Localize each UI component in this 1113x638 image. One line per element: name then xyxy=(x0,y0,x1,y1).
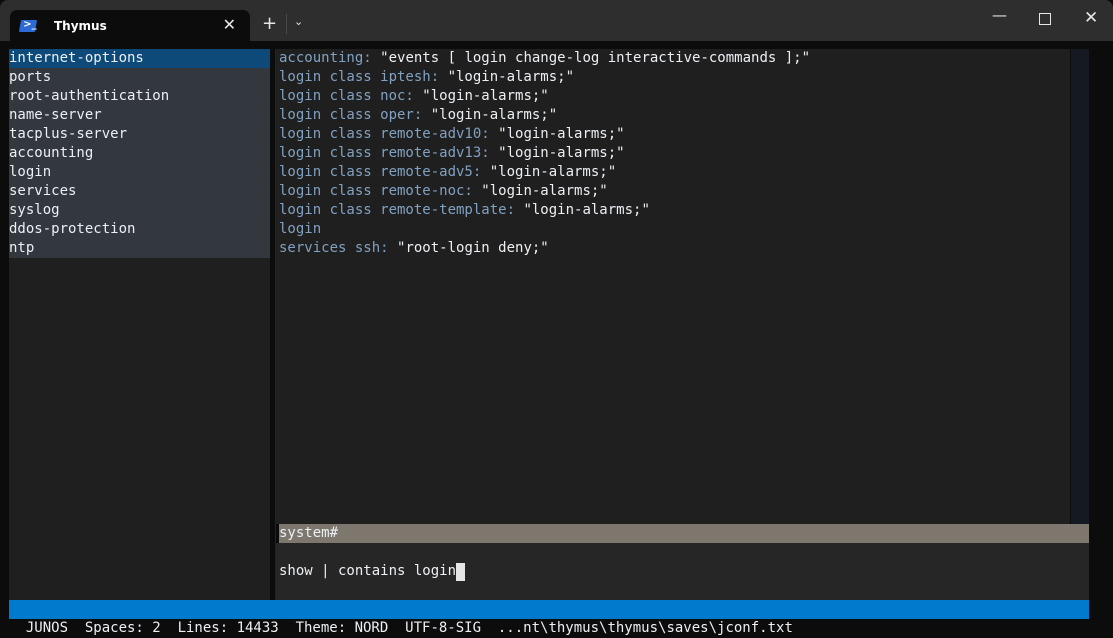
sidebar-item-services[interactable]: services xyxy=(9,182,270,201)
output-value: "events [ login change-log interactive-c… xyxy=(380,50,811,66)
sidebar-item-root-authentication[interactable]: root-authentication xyxy=(9,87,270,106)
output-value: "login-alarms;" xyxy=(481,183,608,199)
output-key: login class remote-template: xyxy=(279,202,524,218)
output-line: login xyxy=(276,220,1070,239)
output-value: "login-alarms;" xyxy=(498,126,625,142)
output-line: login class remote-adv10: "login-alarms;… xyxy=(276,125,1070,144)
output-line: services ssh: "root-login deny;" xyxy=(276,239,1070,258)
sidebar-panel: internet-options ports root-authentication… xyxy=(9,49,270,600)
sidebar-item-tacplus-server[interactable]: tacplus-server xyxy=(9,125,270,144)
prompt-context: system# xyxy=(279,524,1089,543)
output-line: login class remote-adv13: "login-alarms;… xyxy=(276,144,1070,163)
output-value: "root-login deny;" xyxy=(397,240,549,256)
output-key: login class oper: xyxy=(279,107,431,123)
sidebar-item-accounting[interactable]: accounting xyxy=(9,144,270,163)
output-value: "login-alarms;" xyxy=(523,202,650,218)
title-bar: >_ Thymus ✕ + ⌄ — ✕ xyxy=(0,0,1113,41)
output-key: login class noc: xyxy=(279,88,423,104)
text-cursor xyxy=(456,562,466,581)
output-line: login class iptesh: "login-alarms;" xyxy=(276,68,1070,87)
output-key: accounting: xyxy=(279,50,381,66)
sidebar-item-name-server[interactable]: name-server xyxy=(9,106,270,125)
maximize-button[interactable] xyxy=(1039,13,1051,25)
tab-thymus[interactable]: >_ Thymus ✕ xyxy=(10,10,250,41)
output-key: services ssh: xyxy=(279,240,398,256)
status-text: JUNOS Spaces: 2 Lines: 14433 Theme: NORD… xyxy=(25,620,793,636)
output-value: "login-alarms;" xyxy=(422,88,549,104)
powershell-icon: >_ xyxy=(18,19,38,32)
command-input-value: show | contains login xyxy=(279,563,457,579)
sidebar-item-ports[interactable]: ports xyxy=(9,68,270,87)
output-key: login class remote-adv10: xyxy=(279,126,499,142)
section-list: internet-options ports root-authentication… xyxy=(9,49,270,258)
minimize-button[interactable]: — xyxy=(992,6,1007,24)
output-line: accounting: "events [ login change-log i… xyxy=(276,49,1070,68)
sidebar-item-syslog[interactable]: syslog xyxy=(9,201,270,220)
chevron-down-icon[interactable]: ⌄ xyxy=(294,15,303,28)
sidebar-item-ntp[interactable]: ntp xyxy=(9,239,270,258)
output-scrollbar[interactable] xyxy=(1071,49,1089,524)
output-value: "login-alarms;" xyxy=(489,164,617,180)
output-line: login class noc: "login-alarms;" xyxy=(276,87,1070,106)
close-window-button[interactable]: ✕ xyxy=(1084,8,1098,28)
output-key: login class remote-adv13: xyxy=(279,145,499,161)
output-key: login class remote-adv5: xyxy=(279,164,490,180)
sidebar-item-ddos-protection[interactable]: ddos-protection xyxy=(9,220,270,239)
tab-title: Thymus xyxy=(54,18,107,33)
output-line: login class remote-adv5: "login-alarms;" xyxy=(276,163,1070,182)
output-panel: accounting: "events [ login change-log i… xyxy=(276,49,1070,524)
output-value: "login-alarms;" xyxy=(498,145,625,161)
output-line: login class remote-template: "login-alar… xyxy=(276,201,1070,220)
tab-separator xyxy=(286,14,287,34)
output-key: login class remote-noc: xyxy=(279,183,482,199)
new-tab-button[interactable]: + xyxy=(262,13,277,34)
close-tab-icon[interactable]: ✕ xyxy=(223,15,236,34)
output-key: login xyxy=(279,221,322,237)
output-key: login class iptesh: xyxy=(279,69,448,85)
status-bar: JUNOS Spaces: 2 Lines: 14433 Theme: NORD… xyxy=(9,600,1089,636)
sidebar-item-login[interactable]: login xyxy=(9,163,270,182)
command-input-area[interactable]: show | contains login xyxy=(276,543,1089,600)
command-input[interactable]: show | contains login xyxy=(279,562,466,581)
output-value: "login-alarms;" xyxy=(447,69,575,85)
output-line: login class oper: "login-alarms;" xyxy=(276,106,1070,125)
output-line: login class remote-noc: "login-alarms;" xyxy=(276,182,1070,201)
output-value: "login-alarms;" xyxy=(430,107,558,123)
sidebar-item-internet-options[interactable]: internet-options xyxy=(9,49,270,68)
